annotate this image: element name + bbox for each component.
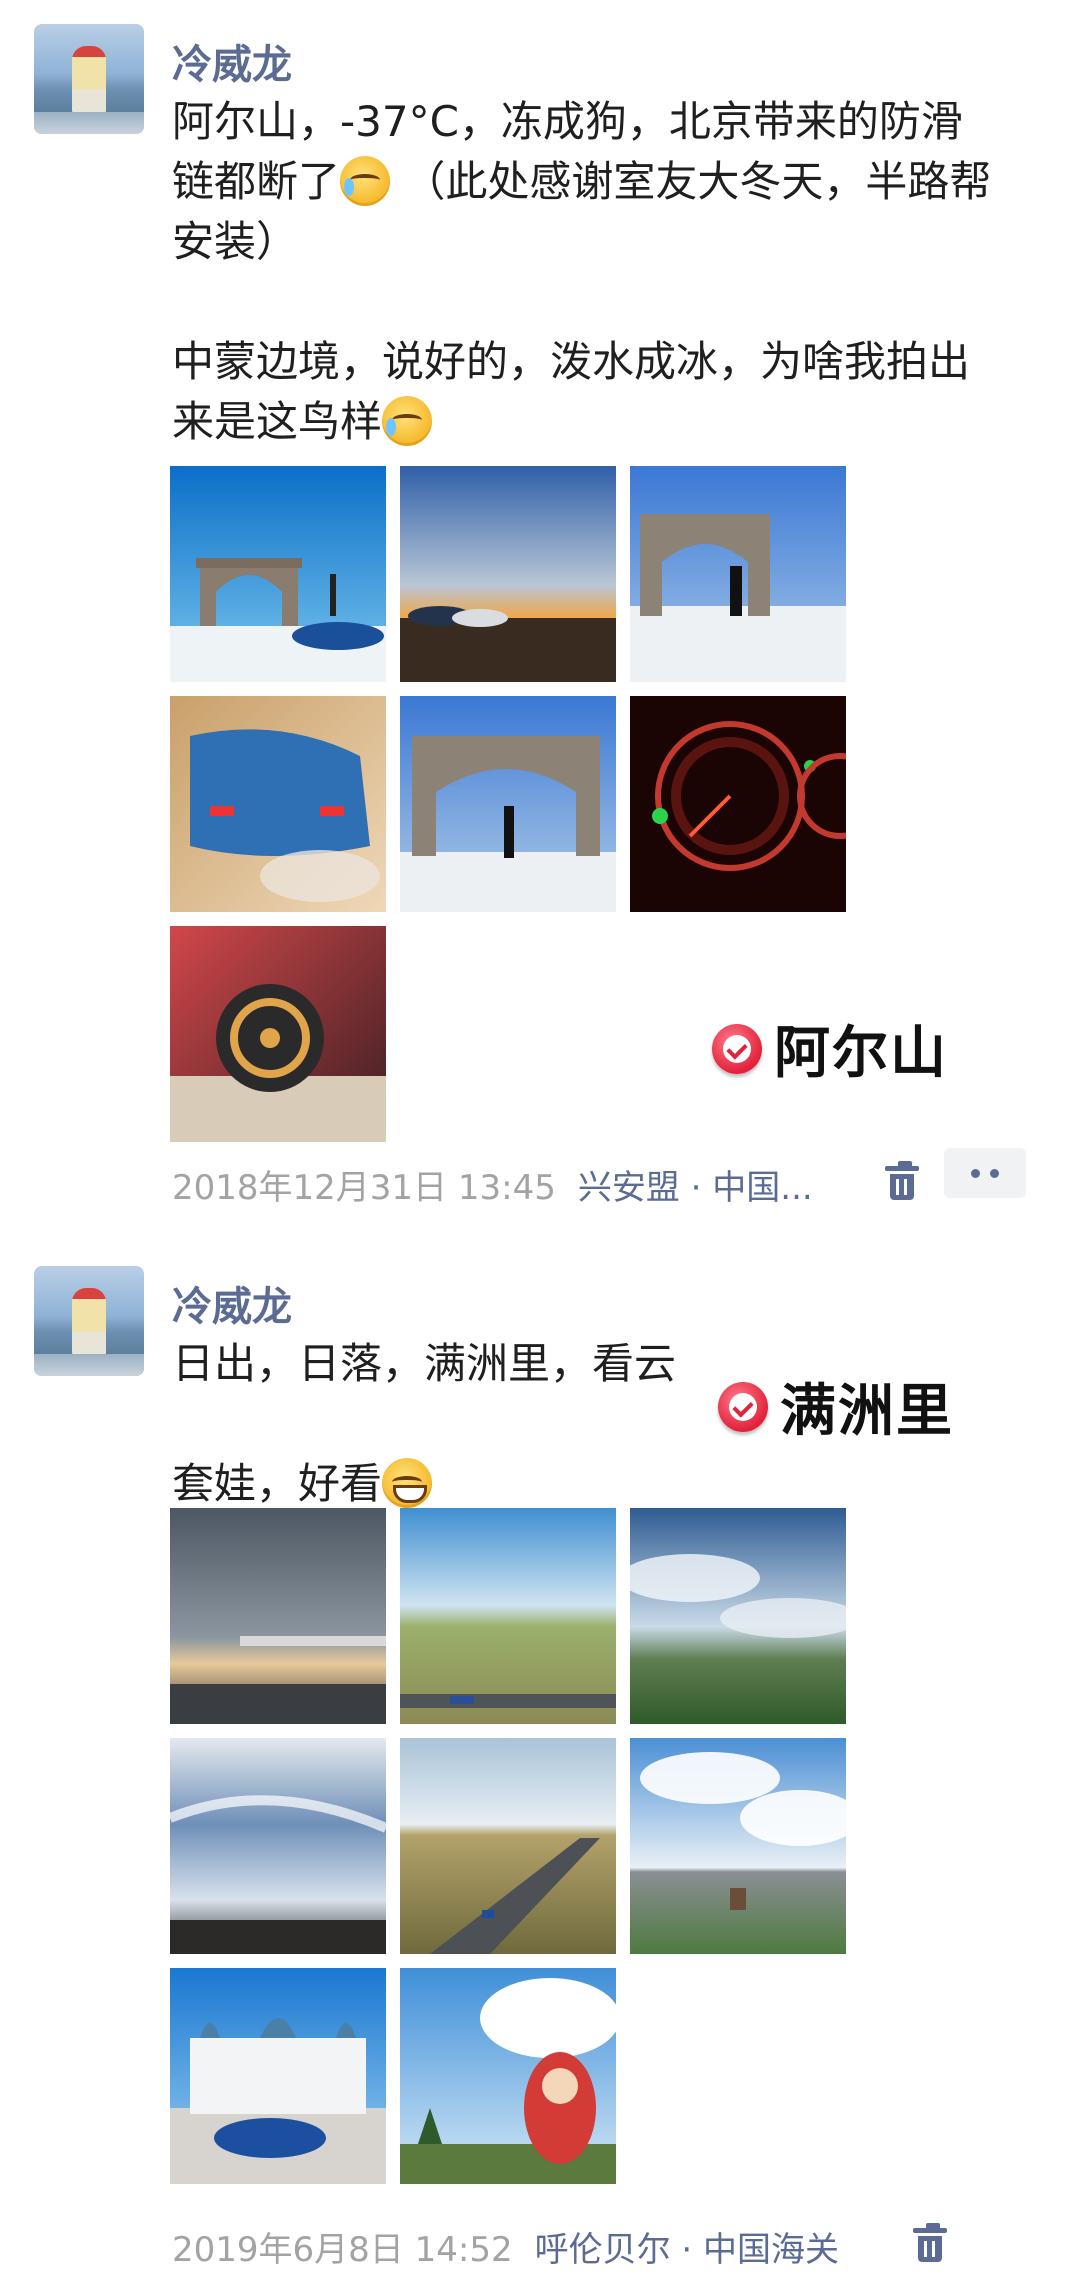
dot-icon [990,1168,999,1178]
delete-icon[interactable] [885,1161,919,1200]
text-line: （此处感谢室友大冬天，半路帮 [403,157,992,206]
photo-thumbnail[interactable] [400,1508,616,1724]
photo-thumbnail[interactable] [170,1738,386,1954]
grinning-face-icon [382,1458,433,1508]
author-avatar[interactable] [34,1266,144,1376]
location-pin-icon [712,1023,762,1074]
text-line: 套娃，好看 [172,1459,383,1508]
author-avatar[interactable] [34,24,144,134]
location-sticker: 满洲里 [718,1366,954,1447]
dot-icon [971,1168,980,1178]
text-line: 链都断了 [172,157,341,206]
post-location[interactable]: 兴安盟 · 中国... [578,1168,813,1208]
photo-thumbnail[interactable] [630,1738,846,1954]
text-line: 来是这鸟样 [172,397,383,446]
text-line: 中蒙边境，说好的，泼水成冰，为啥我拍出 [172,337,971,386]
post-meta: 2019年6月8日 14:52 呼伦贝尔 · 中国海关 [172,2222,839,2271]
post-location[interactable]: 呼伦贝尔 · 中国海关 [535,2230,839,2270]
photo-thumbnail[interactable] [400,466,616,682]
post-timestamp: 2019年6月8日 14:52 [172,2230,513,2270]
location-sticker-text: 满洲里 [780,1379,954,1444]
text-line: 阿尔山，-37°C，冻成狗，北京带来的防滑 [172,97,963,146]
location-sticker: 阿尔山 [712,1008,948,1089]
location-pin-icon [718,1381,768,1432]
crying-laughing-face-icon [382,396,433,446]
photo-thumbnail[interactable] [400,696,616,912]
photo-thumbnail[interactable] [170,1968,386,2184]
avatar-person [72,1288,106,1358]
photo-thumbnail[interactable] [630,466,846,682]
post-text: 阿尔山，-37°C，冻成狗，北京带来的防滑 链都断了 （此处感谢室友大冬天，半路… [172,92,1052,452]
text-line: 安装） [172,217,299,266]
location-sticker-text: 阿尔山 [774,1021,948,1086]
avatar-shore [34,112,144,134]
text-line: 日出，日落，满洲里，看云 [172,1339,677,1388]
avatar-shore [34,1354,144,1376]
photo-thumbnail[interactable] [630,1508,846,1724]
photo-thumbnail[interactable] [630,696,846,912]
photo-thumbnail[interactable] [170,926,386,1142]
photo-thumbnail[interactable] [400,1968,616,2184]
more-options-button[interactable] [944,1148,1026,1198]
photo-thumbnail[interactable] [170,696,386,912]
author-name[interactable]: 冷威龙 [172,1274,292,1332]
photo-thumbnail[interactable] [400,1738,616,1954]
crying-laughing-face-icon [340,156,391,206]
photo-thumbnail[interactable] [170,466,386,682]
avatar-person [72,46,106,116]
delete-icon[interactable] [913,2223,947,2262]
post-timestamp: 2018年12月31日 13:45 [172,1168,556,1208]
post-meta: 2018年12月31日 13:45 兴安盟 · 中国... [172,1160,813,1209]
author-name[interactable]: 冷威龙 [172,32,292,90]
photo-thumbnail[interactable] [170,1508,386,1724]
